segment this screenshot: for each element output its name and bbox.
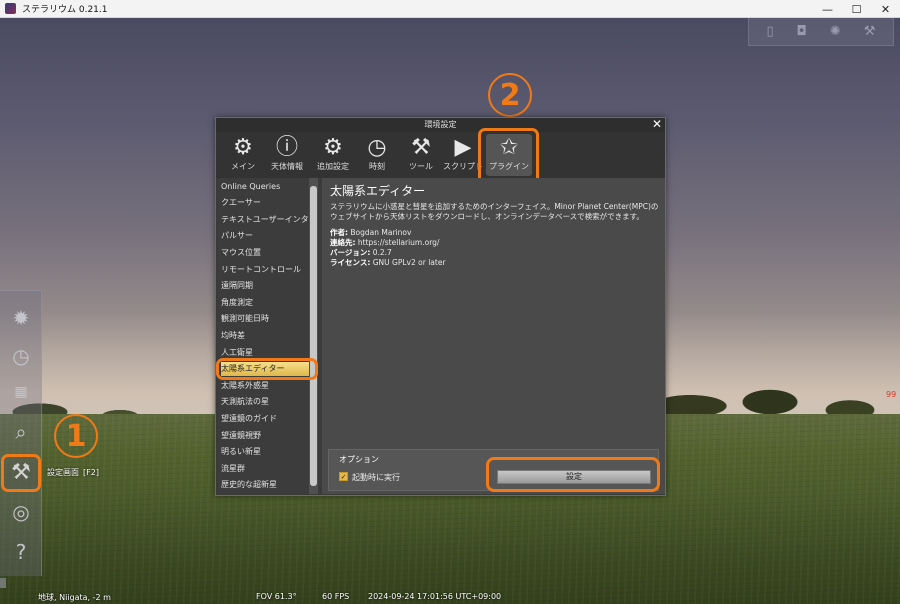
wrench-icon[interactable]: ⚒ — [864, 24, 876, 39]
highlight-settings-tool — [1, 454, 41, 492]
annotation-1: 1 — [54, 414, 98, 458]
load-at-startup-checkbox[interactable]: ✓ — [339, 472, 348, 481]
author-value: Bogdan Marinov — [350, 228, 412, 237]
info-icon: ⓘ — [275, 135, 298, 160]
left-edge-handle[interactable] — [0, 578, 6, 588]
list-item[interactable]: クエーサー — [221, 196, 309, 210]
list-item[interactable]: 均時差 — [221, 329, 309, 343]
gear-icon: ⚙ — [233, 135, 253, 160]
plugin-description: ステラリウムに小惑星と彗星を追加するためのインターフェイス。Minor Plan… — [330, 202, 659, 221]
clock-icon[interactable]: ◷ — [6, 341, 36, 371]
window-titlebar: ステラリウム 0.21.1 — ☐ ✕ — [0, 0, 900, 18]
window-controls: — ☐ ✕ — [813, 0, 900, 18]
sky-view-icon[interactable]: ▦ — [6, 377, 36, 407]
configuration-dialog: 環境設定 ✕ ⚙ メイン ⓘ 天体情報 ⚙ 追加設定 ◷ 時刻 ⚒ ツール ▶ … — [215, 117, 666, 496]
star-icon[interactable]: ✹ — [6, 303, 36, 333]
tools-icon: ⚒ — [411, 135, 431, 160]
list-item[interactable]: 観測可能日時 — [221, 312, 309, 326]
load-at-startup-label[interactable]: 起動時に実行 — [352, 472, 400, 483]
list-item[interactable]: テキストユーザーインター... — [221, 213, 309, 227]
list-item[interactable]: 流星群 — [221, 462, 309, 476]
contact-value: https://stellarium.org/ — [357, 238, 440, 247]
compass-icon[interactable]: ◎ — [6, 497, 36, 527]
highlight-plugins-tab — [478, 128, 539, 185]
tab-time[interactable]: ◷ 時刻 — [354, 134, 400, 176]
list-item[interactable]: 明るい新星 — [221, 445, 309, 459]
dialog-close-button[interactable]: ✕ — [652, 117, 662, 131]
stellarium-app-icon — [5, 3, 16, 14]
list-item[interactable]: 天測航法の星 — [221, 395, 309, 409]
options-title: オプション — [339, 455, 379, 464]
list-item[interactable]: リモートコントロール — [221, 263, 309, 277]
version-value: 0.2.7 — [372, 248, 392, 257]
plugin-title: 太陽系エディター — [330, 184, 426, 198]
list-item[interactable]: 歴史的な超新星 — [221, 478, 309, 492]
status-fov: FOV 61.3° — [256, 592, 297, 601]
tooltip-text: 設定画面 — [47, 468, 79, 477]
minimize-button[interactable]: — — [813, 0, 842, 18]
tab-main[interactable]: ⚙ メイン — [220, 134, 266, 176]
tab-extras[interactable]: ⚙ 追加設定 — [310, 134, 356, 176]
tab-label: メイン — [231, 162, 255, 171]
tab-label: 時刻 — [369, 162, 385, 171]
dialog-tabbar: ⚙ メイン ⓘ 天体情報 ⚙ 追加設定 ◷ 時刻 ⚒ ツール ▶ スクリプト ✩… — [216, 132, 665, 178]
status-bar: 地球, Niigata, -2 m FOV 61.3° 60 FPS 2024-… — [0, 590, 900, 604]
window-icon[interactable]: ◘ — [797, 24, 807, 39]
plugin-detail-panel: 太陽系エディター ステラリウムに小惑星と彗星を追加するためのインターフェイス。M… — [322, 178, 665, 494]
tooltip-shortcut: [F2] — [83, 468, 99, 477]
list-item[interactable]: Online Queries — [221, 180, 309, 194]
tab-label: 天体情報 — [271, 162, 303, 171]
plugin-list-scrollbar[interactable] — [309, 178, 318, 494]
status-location: 地球, Niigata, -2 m — [38, 593, 111, 602]
plugin-meta: 作者: Bogdan Marinov 連絡先: https://stellari… — [330, 228, 446, 268]
fullscreen-icon[interactable]: ▯ — [766, 24, 773, 39]
search-icon[interactable]: ⌕ — [6, 417, 36, 447]
top-right-toolbar: ▯ ◘ ✺ ⚒ — [748, 18, 894, 46]
tab-label: ツール — [409, 162, 433, 171]
tab-object-info[interactable]: ⓘ 天体情報 — [264, 134, 310, 176]
tab-tools[interactable]: ⚒ ツール — [398, 134, 444, 176]
highlight-settings-button — [486, 457, 660, 492]
dialog-title: 環境設定 — [216, 118, 665, 132]
tab-label: 追加設定 — [317, 162, 349, 171]
maximize-button[interactable]: ☐ — [842, 0, 871, 18]
list-item[interactable]: 望遠鏡視野 — [221, 429, 309, 443]
version-label: バージョン: — [330, 248, 371, 257]
annotation-2: 2 — [488, 73, 532, 117]
license-label: ライセンス: — [330, 258, 371, 267]
left-toolbar: ✹ ◷ ▦ ⌕ ⚒ ◎ ? — [0, 290, 42, 576]
gears-icon: ⚙ — [323, 135, 343, 160]
status-fps: 60 FPS — [322, 592, 350, 601]
help-icon[interactable]: ? — [6, 537, 36, 567]
gear-icon[interactable]: ✺ — [830, 24, 841, 39]
plugin-list[interactable]: Online Queries クエーサー テキストユーザーインター... パルサ… — [218, 178, 320, 494]
contact-label: 連絡先: — [330, 238, 356, 247]
close-window-button[interactable]: ✕ — [871, 0, 900, 18]
scrollbar-thumb[interactable] — [310, 186, 317, 486]
license-value: GNU GPLv2 or later — [372, 258, 446, 267]
list-item[interactable]: マウス位置 — [221, 246, 309, 260]
window-title: ステラリウム 0.21.1 — [22, 5, 108, 15]
tooltip: 設定画面 [F2] — [47, 467, 99, 478]
list-item[interactable]: 遠隔同期 — [221, 279, 309, 293]
list-item[interactable]: 望遠鏡のガイド — [221, 412, 309, 426]
cardinal-marker: 99 — [886, 390, 897, 399]
list-item[interactable]: 角度測定 — [221, 296, 309, 310]
status-datetime: 2024-09-24 17:01:56 UTC+09:00 — [368, 592, 502, 601]
author-label: 作者: — [330, 228, 348, 237]
highlight-selected-plugin — [216, 358, 318, 380]
clock-icon: ◷ — [367, 135, 387, 160]
list-item[interactable]: パルサー — [221, 229, 309, 243]
list-item[interactable]: 太陽系外惑星 — [221, 379, 309, 393]
